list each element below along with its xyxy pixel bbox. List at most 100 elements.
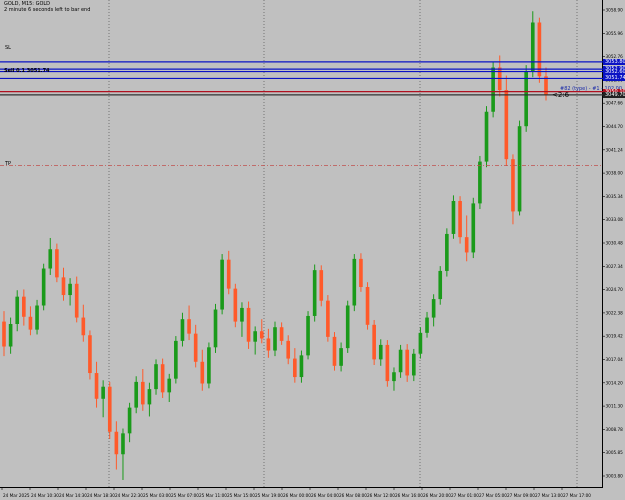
candle-body[interactable] <box>74 283 79 318</box>
candle-body[interactable] <box>478 161 482 204</box>
candle-body[interactable] <box>174 340 178 379</box>
candle-body[interactable] <box>299 355 304 378</box>
price-tick-label: 3047.66 <box>606 101 624 106</box>
candle-body[interactable] <box>491 67 495 112</box>
candle-body[interactable] <box>15 296 20 324</box>
time-tick-label: 25 Mar 11:00 <box>199 493 227 498</box>
candle-body[interactable] <box>94 373 99 399</box>
candle-body[interactable] <box>48 249 53 269</box>
candle-body[interactable] <box>511 159 515 212</box>
time-tick-label: 24 Mar 18:30 <box>87 493 115 498</box>
candle-body[interactable] <box>226 259 231 289</box>
candle-body[interactable] <box>81 317 86 336</box>
candle-body[interactable] <box>451 200 456 234</box>
time-tick-label: 25 Mar 07:00 <box>171 493 199 498</box>
price-tick-label: 3019.42 <box>606 334 624 339</box>
candle-body[interactable] <box>127 407 132 434</box>
candle-body[interactable] <box>35 305 39 330</box>
candle-body[interactable] <box>438 270 443 300</box>
candle-body[interactable] <box>372 324 376 360</box>
candle-body[interactable] <box>286 340 291 359</box>
candle-body[interactable] <box>114 431 119 455</box>
candle-body[interactable] <box>273 327 277 351</box>
candle-body[interactable] <box>411 353 416 376</box>
candle-body[interactable] <box>233 288 238 322</box>
blue-level-4-price-tag: 3051.74 <box>603 75 625 82</box>
candle-body[interactable] <box>200 361 205 384</box>
candle-body[interactable] <box>385 344 390 382</box>
candle-body[interactable] <box>253 331 257 342</box>
candle-body[interactable] <box>213 309 218 348</box>
candle-body[interactable] <box>68 283 72 296</box>
candle-body[interactable] <box>352 258 357 306</box>
candle-body[interactable] <box>22 296 26 317</box>
candle-body[interactable] <box>359 258 363 288</box>
candle-body[interactable] <box>28 316 33 330</box>
candle-body[interactable] <box>425 317 429 333</box>
candle-body[interactable] <box>464 237 469 253</box>
candle-body[interactable] <box>293 358 297 378</box>
candle-body[interactable] <box>134 381 139 408</box>
candle-body[interactable] <box>524 71 528 127</box>
candle-body[interactable] <box>405 349 410 376</box>
candle-body[interactable] <box>458 200 462 238</box>
time-tick-label: 26 Mar 16:00 <box>395 493 423 498</box>
candle-body[interactable] <box>378 344 383 360</box>
candle-body[interactable] <box>107 386 112 432</box>
candle-body[interactable] <box>537 22 542 77</box>
candle-body[interactable] <box>167 378 172 393</box>
candle-body[interactable] <box>431 299 436 318</box>
candle-body[interactable] <box>41 268 46 306</box>
candle-body[interactable] <box>306 315 310 356</box>
candle-body[interactable] <box>220 259 224 310</box>
candle-body[interactable] <box>147 389 152 405</box>
candle-body[interactable] <box>345 305 350 349</box>
candle-body[interactable] <box>332 336 337 366</box>
time-tick-label: 25 Mar 19:00 <box>255 493 283 498</box>
price-chart-svg[interactable] <box>0 0 603 488</box>
candle-body[interactable] <box>392 372 396 382</box>
candle-body[interactable] <box>339 348 343 366</box>
candle-body[interactable] <box>279 327 284 341</box>
order-label[interactable]: Sell 0.1 3051.74 <box>2 68 52 74</box>
candle-body[interactable] <box>246 307 251 342</box>
chart-window[interactable]: GOLD, M15: GOLD 2 minute 6 seconds left … <box>0 0 625 500</box>
candle-body[interactable] <box>259 331 264 339</box>
candle-body[interactable] <box>240 307 244 322</box>
candle-body[interactable] <box>484 111 489 162</box>
candle-body[interactable] <box>266 338 271 351</box>
time-tick-label: 26 Mar 04:00 <box>311 493 339 498</box>
candle-body[interactable] <box>398 349 403 373</box>
candle-body[interactable] <box>61 277 66 296</box>
candle-body[interactable] <box>418 332 423 354</box>
candle-body[interactable] <box>121 433 125 455</box>
candle-body[interactable] <box>8 324 13 347</box>
candle-body[interactable] <box>160 364 165 393</box>
candle-body[interactable] <box>530 22 535 72</box>
candle-body[interactable] <box>55 249 59 278</box>
candle-body[interactable] <box>326 300 330 337</box>
candle-body[interactable] <box>140 381 145 405</box>
candle-body[interactable] <box>319 270 324 301</box>
candle-body[interactable] <box>445 233 449 271</box>
candle-body[interactable] <box>2 321 6 347</box>
candle-body[interactable] <box>154 364 158 390</box>
candle-body[interactable] <box>471 203 476 253</box>
candle-body[interactable] <box>517 126 522 212</box>
time-tick-label: 27 Mar 01:00 <box>451 493 479 498</box>
candle-body[interactable] <box>180 319 185 341</box>
current-price-level-price-tag: 3049.70 <box>603 91 625 98</box>
candle-body[interactable] <box>187 319 191 334</box>
candle-body[interactable] <box>504 90 509 160</box>
candle-body[interactable] <box>193 333 198 362</box>
chart-plot-area[interactable] <box>0 0 603 488</box>
candle-body[interactable] <box>312 270 317 316</box>
candle-body[interactable] <box>88 335 92 374</box>
candle-body[interactable] <box>207 347 211 384</box>
tp-label: TP <box>5 161 12 167</box>
time-tick-label: 26 Mar 20:00 <box>423 493 451 498</box>
candle-body[interactable] <box>365 287 370 325</box>
candle-body[interactable] <box>101 386 105 399</box>
bar-timer: <2:6 <box>552 91 570 99</box>
blue-level-1-price-tag: 3053.80 <box>603 58 625 65</box>
